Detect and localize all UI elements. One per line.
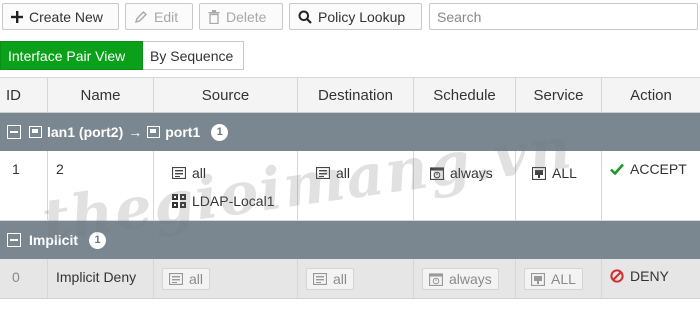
column-header-schedule[interactable]: Schedule [414, 78, 516, 112]
table-header: ID Name Source Destination Schedule Serv… [0, 77, 700, 113]
source-address-all[interactable]: all [162, 268, 211, 290]
column-header-service[interactable]: Service [516, 78, 602, 112]
interface-pair-view-label: Interface Pair View [8, 47, 126, 64]
delete-button[interactable]: Delete [199, 3, 283, 30]
address-icon [313, 273, 327, 285]
group-label: lan1 (port2) → port1 1 [29, 123, 229, 141]
destination-address-all[interactable]: all [306, 268, 355, 290]
destination-address-all[interactable]: all [316, 165, 350, 181]
create-new-label: Create New [29, 8, 103, 25]
by-sequence-label: By Sequence [150, 47, 234, 64]
policy-count-badge: 1 [211, 123, 229, 141]
deny-icon [610, 269, 624, 283]
group-implicit-label: Implicit [29, 232, 79, 248]
column-header-action[interactable]: Action [602, 78, 700, 112]
column-header-name[interactable]: Name [48, 78, 154, 112]
search-input[interactable] [429, 3, 698, 30]
schedule-always[interactable]: always [430, 165, 493, 181]
policy-name: 2 [56, 161, 64, 177]
source-address-all[interactable]: all [172, 165, 206, 181]
group-label: Implicit 1 [29, 231, 107, 249]
table-row[interactable]: 1 2 all LDAP-Local1 all always ALL ACCEP… [0, 151, 700, 221]
policy-id: 1 [12, 161, 20, 177]
by-sequence-button[interactable]: By Sequence [143, 41, 244, 70]
policy-lookup-button[interactable]: Policy Lookup [289, 3, 422, 30]
address-icon [172, 167, 186, 179]
service-icon [531, 272, 545, 286]
address-icon [316, 167, 330, 179]
policy-id: 0 [12, 269, 20, 285]
policy-lookup-label: Policy Lookup [318, 8, 406, 25]
edit-button[interactable]: Edit [125, 3, 193, 30]
plus-icon [11, 10, 23, 23]
service-icon [532, 166, 546, 180]
table-row[interactable]: 0 Implicit Deny all all always ALL DENY [0, 259, 700, 299]
collapse-icon[interactable] [7, 233, 21, 247]
policy-count-badge: 1 [89, 231, 107, 249]
interface-icon [29, 126, 42, 138]
edit-label: Edit [154, 8, 179, 25]
address-icon [169, 273, 183, 285]
interface-icon [147, 126, 161, 138]
schedule-icon [429, 272, 443, 286]
column-header-destination[interactable]: Destination [298, 78, 414, 112]
group-row-implicit[interactable]: Implicit 1 [0, 221, 700, 259]
interface-pair-view-button[interactable]: Interface Pair View [0, 41, 143, 70]
group-from-interface: lan1 (port2) [47, 124, 124, 140]
collapse-icon[interactable] [7, 125, 21, 139]
service-all[interactable]: ALL [524, 268, 583, 290]
delete-label: Delete [226, 8, 267, 25]
schedule-icon [430, 166, 444, 180]
create-new-button[interactable]: Create New [2, 3, 119, 30]
column-header-source[interactable]: Source [154, 78, 298, 112]
source-user-group-ldap[interactable]: LDAP-Local1 [172, 193, 275, 209]
policy-toolbar: Create New Edit Delete Policy Lookup [0, 0, 700, 34]
action-accept[interactable]: ACCEPT [610, 161, 687, 177]
pencil-icon [134, 10, 147, 23]
arrow-icon: → [128, 124, 143, 140]
column-header-id[interactable]: ID [0, 78, 48, 112]
group-to-interface: port1 [165, 124, 201, 140]
user-group-icon [172, 194, 186, 208]
checkmark-icon [610, 163, 624, 175]
service-all[interactable]: ALL [532, 165, 577, 181]
action-deny[interactable]: DENY [610, 268, 669, 284]
group-row-lan1-port1[interactable]: lan1 (port2) → port1 1 [0, 113, 700, 151]
trash-icon [208, 9, 220, 24]
magnifier-icon [298, 10, 312, 24]
policy-name: Implicit Deny [56, 269, 137, 285]
schedule-always[interactable]: always [422, 268, 499, 290]
